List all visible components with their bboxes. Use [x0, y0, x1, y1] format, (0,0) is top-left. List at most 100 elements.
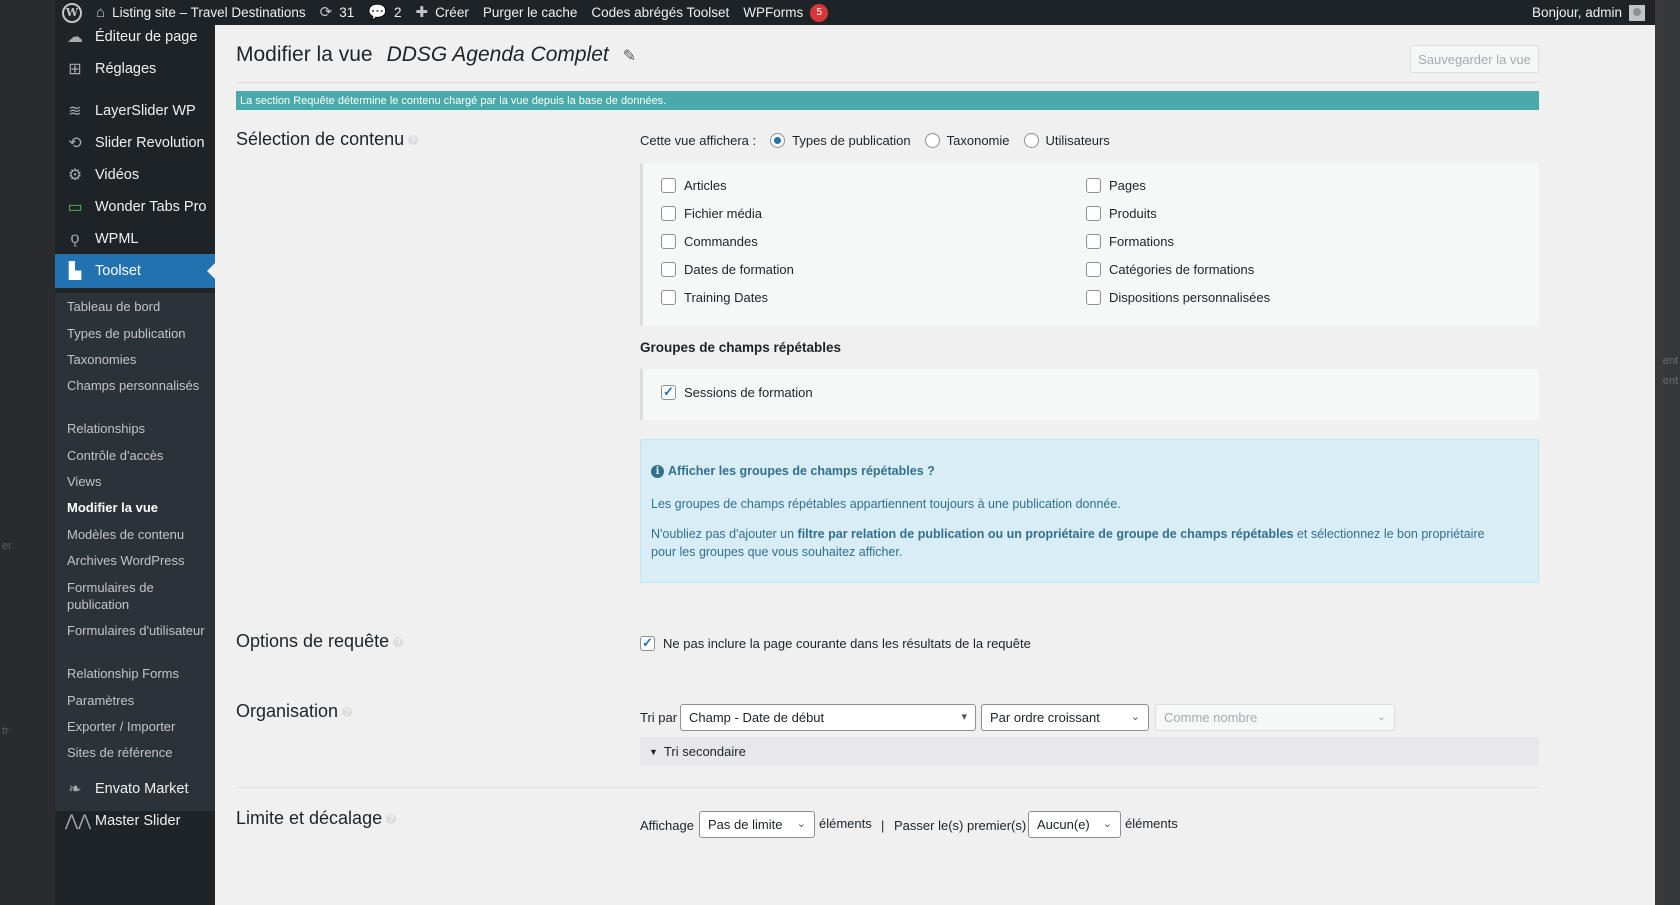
menu-label: WPML	[95, 231, 139, 247]
checkbox[interactable]	[640, 635, 655, 651]
menu-item-layerslider[interactable]: ≋ LayerSlider WP	[55, 94, 215, 128]
checkbox[interactable]	[1086, 234, 1101, 249]
skip-label: Passer le(s) premier(s)	[894, 818, 1027, 833]
checkbox[interactable]	[661, 262, 676, 277]
checkbox-orders[interactable]: Commandes	[661, 234, 758, 249]
submenu-user-forms[interactable]: Formulaires d'utilisateur	[67, 622, 207, 639]
info-heading-text: Afficher les groupes de champs répétable…	[668, 464, 935, 478]
menu-item-slider-revolution[interactable]: ⟲ Slider Revolution	[55, 126, 215, 160]
secondary-sort-toggle[interactable]: ▼ Tri secondaire	[640, 737, 1539, 766]
submenu-relationship-forms[interactable]: Relationship Forms	[67, 665, 207, 682]
account-menu[interactable]: Bonjour, admin	[1525, 0, 1655, 25]
menu-item-videos[interactable]: ⚙ Vidéos	[55, 158, 215, 192]
menu-item-envato-market[interactable]: ❧ Envato Market	[55, 772, 215, 806]
limit-select[interactable]: Pas de limite ⌄	[699, 811, 815, 838]
repeatable-groups-title: Groupes de champs répétables	[640, 340, 842, 355]
submenu-post-forms[interactable]: Formulaires de publication	[67, 579, 207, 613]
help-icon[interactable]: ?	[408, 134, 419, 145]
wpforms-menu[interactable]: WPForms 5	[736, 0, 835, 25]
organisation-title: Organisation ?	[236, 701, 353, 722]
radio-post-types[interactable]: Types de publication	[770, 133, 911, 148]
radio-button[interactable]	[1023, 133, 1039, 148]
checkbox[interactable]	[1086, 290, 1101, 305]
menu-label: Réglages	[95, 61, 157, 77]
toolset-shortcodes-menu[interactable]: Codes abrégés Toolset	[584, 0, 736, 25]
checkbox-training-dates[interactable]: Training Dates	[661, 290, 768, 305]
checkbox-training-categories[interactable]: Catégories de formations	[1086, 262, 1254, 277]
submenu-taxonomies[interactable]: Taxonomies	[67, 351, 207, 368]
checkbox-label: Produits	[1109, 206, 1157, 221]
submenu-access-control[interactable]: Contrôle d'accès	[67, 447, 207, 464]
radio-button[interactable]	[770, 133, 786, 148]
info-line-3: pour les groupes que vous souhaitez affi…	[651, 545, 903, 559]
toolset-shortcodes-label: Codes abrégés Toolset	[591, 5, 730, 20]
submenu-post-types[interactable]: Types de publication	[67, 325, 207, 342]
radio-users[interactable]: Utilisateurs	[1023, 133, 1110, 148]
updates-menu[interactable]: ⟳ 31	[313, 0, 362, 25]
radio-label: Utilisateurs	[1045, 133, 1110, 148]
radio-taxonomy[interactable]: Taxonomie	[924, 133, 1010, 148]
sort-order-select[interactable]: Par ordre croissant ⌄	[981, 704, 1149, 731]
checkbox-label: Dispositions personnalisées	[1109, 290, 1271, 305]
submenu-views[interactable]: Views	[67, 473, 207, 490]
checkbox-media[interactable]: Fichier média	[661, 206, 762, 221]
checkbox[interactable]	[661, 384, 676, 400]
menu-label: Master Slider	[95, 813, 181, 829]
comments-menu[interactable]: 💬 2	[361, 0, 408, 25]
menu-item-settings[interactable]: ⊞ Réglages	[55, 52, 215, 86]
offset-select[interactable]: Aucun(e) ⌄	[1028, 811, 1121, 838]
checkbox-label: Sessions de formation	[684, 385, 813, 400]
help-icon[interactable]: ?	[386, 813, 397, 824]
checkbox-label: Fichier média	[684, 206, 763, 221]
submenu-edit-view[interactable]: Modifier la vue	[67, 499, 207, 516]
checkbox-training-sessions[interactable]: Sessions de formation	[661, 384, 813, 400]
checkbox[interactable]	[1086, 206, 1101, 221]
submenu-export-import[interactable]: Exporter / Importer	[67, 718, 207, 735]
menu-item-toolset[interactable]: ▙ Toolset	[55, 254, 215, 288]
checkbox-products[interactable]: Produits	[1086, 206, 1157, 221]
plus-icon: ✚	[415, 4, 429, 21]
checkbox-label: Dates de formation	[684, 262, 794, 277]
checkbox-custom-layouts[interactable]: Dispositions personnalisées	[1086, 290, 1270, 305]
submenu-reference-sites[interactable]: Sites de référence	[67, 744, 207, 761]
checkbox[interactable]	[1086, 178, 1101, 193]
submenu-dashboard[interactable]: Tableau de bord	[67, 298, 207, 315]
sort-field-select[interactable]: Champ - Date de début ▾	[680, 704, 976, 731]
checkbox[interactable]	[661, 178, 676, 193]
checkbox[interactable]	[1086, 262, 1101, 277]
section-title-text: Options de requête	[236, 631, 390, 651]
menu-item-master-slider[interactable]: ⋀⋀ Master Slider	[55, 804, 215, 838]
submenu-custom-fields[interactable]: Champs personnalisés	[67, 377, 207, 394]
checkbox[interactable]	[661, 290, 676, 305]
purge-cache-menu[interactable]: Purger le cache	[476, 0, 585, 25]
checkbox-exclude-current-page[interactable]: Ne pas inclure la page courante dans les…	[640, 635, 1031, 651]
view-name[interactable]: DDSG Agenda Complet	[387, 43, 609, 67]
pencil-icon[interactable]: ✎	[623, 46, 636, 66]
checkbox[interactable]	[661, 234, 676, 249]
info-line-1: Les groupes de champs répétables apparti…	[651, 497, 1121, 511]
save-view-button[interactable]: Sauvegarder la vue	[1410, 45, 1539, 73]
section-title-text: Sélection de contenu	[236, 129, 405, 149]
checkbox[interactable]	[661, 206, 676, 221]
master-slider-icon: ⋀⋀	[65, 813, 92, 830]
checkbox-training-dates-fr[interactable]: Dates de formation	[661, 262, 794, 277]
menu-label: LayerSlider WP	[95, 103, 196, 119]
submenu-settings[interactable]: Paramètres	[67, 692, 207, 709]
checkbox-articles[interactable]: Articles	[661, 178, 727, 193]
radio-button[interactable]	[924, 133, 940, 148]
help-icon[interactable]: ?	[393, 636, 404, 647]
divider	[236, 787, 1539, 788]
menu-item-wonder-tabs[interactable]: ▭ Wonder Tabs Pro	[55, 190, 215, 224]
secondary-sort-label: Tri secondaire	[663, 744, 746, 759]
items-label: éléments	[819, 816, 872, 831]
submenu-wordpress-archives[interactable]: Archives WordPress	[67, 552, 207, 569]
create-menu[interactable]: ✚ Créer	[408, 0, 475, 25]
help-icon[interactable]: ?	[342, 706, 353, 717]
checkbox-trainings[interactable]: Formations	[1086, 234, 1174, 249]
submenu-content-templates[interactable]: Modèles de contenu	[67, 526, 207, 543]
menu-item-page-editor[interactable]: ☁ Éditeur de page	[55, 20, 215, 54]
refresh-icon: ⟲	[68, 135, 82, 152]
submenu-relationships[interactable]: Relationships	[67, 420, 207, 437]
checkbox-pages[interactable]: Pages	[1086, 178, 1146, 193]
menu-item-wpml[interactable]: ǫ WPML	[55, 222, 215, 256]
